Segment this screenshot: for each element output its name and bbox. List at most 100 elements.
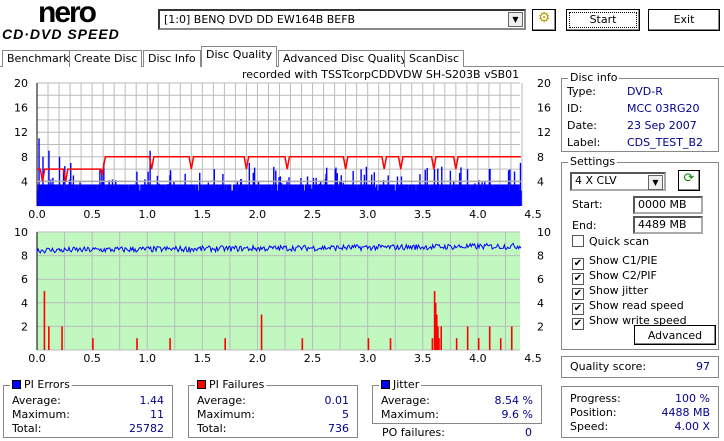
drive-select[interactable]: [1:0] BENQ DVD DD EW164B BEFB ▼ (158, 9, 526, 30)
x-tick-label: 3.0 (359, 352, 377, 365)
checkbox-show-read-speed[interactable]: ✔ Show read speed (572, 299, 684, 315)
checkbox-icon[interactable]: ✔ (572, 318, 584, 330)
x-tick-label: 0.0 (28, 208, 46, 221)
label-label: Label: (567, 136, 601, 149)
refresh-drive-icon[interactable]: ⚙ (532, 9, 556, 31)
y-tick-label-right: 8 (537, 151, 544, 164)
y-tick-label-left: 12 (14, 126, 28, 139)
start-button[interactable]: Start (566, 9, 640, 31)
pie-bar (520, 190, 522, 206)
drive-value: [1:0] BENQ DVD DD EW164B BEFB (164, 13, 356, 26)
x-tick-label: 4.0 (469, 208, 487, 221)
jitter-avg-label: Average: (381, 394, 430, 407)
pif-bar (438, 338, 440, 350)
po-failures-value: 0 (525, 426, 532, 439)
end-label: End: (572, 219, 597, 232)
speed-label: Speed: (570, 420, 609, 433)
settings-group: Settings 4 X CLV ▼ ⟳ Start: 0000 MB End: … (561, 155, 719, 350)
speed-select[interactable]: 4 X CLV ▼ (570, 172, 666, 191)
po-failures-label: PO failures: (382, 426, 445, 439)
pi-errors-title: PI Errors (24, 378, 70, 391)
type-label: Type: (567, 85, 596, 98)
tab-benchmark[interactable]: Benchmark (2, 50, 75, 67)
pif-max-label: Maximum: (197, 408, 255, 421)
start-input[interactable]: 0000 MB (633, 196, 703, 214)
y-tick-label-left: 8 (21, 151, 28, 164)
disc-info-title: Disc info (568, 71, 620, 84)
jitter-legend-icon (381, 380, 390, 389)
pie-total-label: Total: (12, 422, 42, 435)
quality-score-label: Quality score: (570, 360, 647, 373)
y-tick-label-right: 8 (537, 250, 544, 263)
checkbox-icon[interactable] (572, 235, 584, 247)
end-input[interactable]: 4489 MB (633, 216, 703, 234)
y-tick-label-right: 10 (537, 226, 551, 239)
y-tick-label-right: 4 (537, 297, 544, 310)
x-tick-label: 0.5 (83, 352, 101, 365)
pie-max-label: Maximum: (12, 408, 70, 421)
progress-label: Progress: (570, 392, 621, 405)
chevron-down-icon[interactable]: ▼ (648, 175, 663, 190)
tab-advanced-disc-quality[interactable]: Advanced Disc Quality (278, 50, 412, 67)
jitter-title: Jitter (393, 378, 420, 391)
y-tick-label-left: 16 (14, 102, 28, 115)
pif-bar (389, 338, 392, 350)
pie-legend-icon (12, 380, 21, 389)
chevron-down-icon[interactable]: ▼ (508, 12, 523, 27)
position-label: Position: (570, 406, 617, 419)
pi-failures-group: PI Failures Average: 0.01 Maximum: 5 Total… (188, 378, 358, 438)
y-tick-label-right: 4 (537, 175, 544, 188)
advanced-button[interactable]: Advanced (634, 325, 716, 345)
checkbox-show-jitter[interactable]: ✔ Show jitter (572, 284, 648, 300)
pif-bar (431, 338, 434, 350)
checkbox-show-c2-pif[interactable]: ✔ Show C2/PIF (572, 269, 657, 285)
pif-bar (455, 338, 458, 350)
tab-scandisc[interactable]: ScanDisc (404, 50, 465, 67)
tab-disc-quality[interactable]: Disc Quality (201, 46, 278, 67)
id-value: MCC 03RG20 (627, 102, 700, 115)
pif-bar (169, 338, 171, 350)
checkbox-label: Show C2/PIF (589, 269, 657, 282)
label-value: CDS_TEST_B2 (627, 136, 704, 149)
jitter-max-value: 9.6 % (501, 408, 533, 421)
y-tick-label-right: 6 (537, 273, 544, 286)
refresh-icon[interactable]: ⟳ (678, 170, 700, 191)
y-tick-label-right: 20 (537, 77, 551, 90)
x-tick-label: 0.0 (28, 352, 46, 365)
checkbox-label: Quick scan (589, 235, 650, 248)
po-failures: PO failures: 0 (382, 426, 532, 439)
disc-quality-charts: 0.0 0.5 1.0 1.5 2.0 2.5 3.0 3.5 4.0 4.5 4 4 8 8 12 12 16… (14, 77, 551, 365)
date-label: Date: (567, 119, 597, 132)
x-tick-label: 2.0 (249, 208, 267, 221)
pi-errors-group: PI Errors Average: 1.44 Maximum: 11 Total:… (3, 378, 173, 438)
pif-bar (224, 338, 226, 350)
x-tick-label: 0.5 (83, 208, 101, 221)
quality-score-box: Quality score: 97 (561, 356, 719, 378)
y-tick-label-left: 4 (21, 297, 28, 310)
pif-total-label: Total: (197, 422, 227, 435)
pif-bar (301, 338, 304, 350)
exit-button[interactable]: Exit (648, 9, 720, 31)
pif-bar (48, 326, 50, 350)
pif-legend-icon (197, 380, 206, 389)
pif-bar (367, 338, 370, 350)
x-tick-label: 1.0 (138, 352, 156, 365)
settings-title: Settings (568, 155, 618, 168)
tab-create-disc[interactable]: Create Disc (69, 50, 143, 67)
x-tick-label: 2.0 (249, 352, 267, 365)
pie-avg-value: 1.44 (139, 394, 165, 407)
x-tick-label: 3.0 (359, 208, 377, 221)
pif-bar (260, 314, 263, 350)
tab-disc-info[interactable]: Disc Info (143, 50, 201, 67)
checkbox-label: Show read speed (589, 299, 684, 312)
y-tick-label-left: 10 (14, 226, 28, 239)
checkbox-show-c1-pie[interactable]: ✔ Show C1/PIE (572, 254, 657, 270)
position-value: 4488 MB (661, 406, 710, 419)
y-tick-label-right: 2 (537, 320, 544, 333)
jitter-max-label: Maximum: (381, 408, 439, 421)
x-tick-label: 1.5 (194, 352, 212, 365)
type-value: DVD-R (627, 85, 663, 98)
pif-bar (440, 326, 443, 350)
bottom-plot-bg (37, 232, 520, 350)
checkbox-quick-scan[interactable]: Quick scan (572, 235, 649, 248)
